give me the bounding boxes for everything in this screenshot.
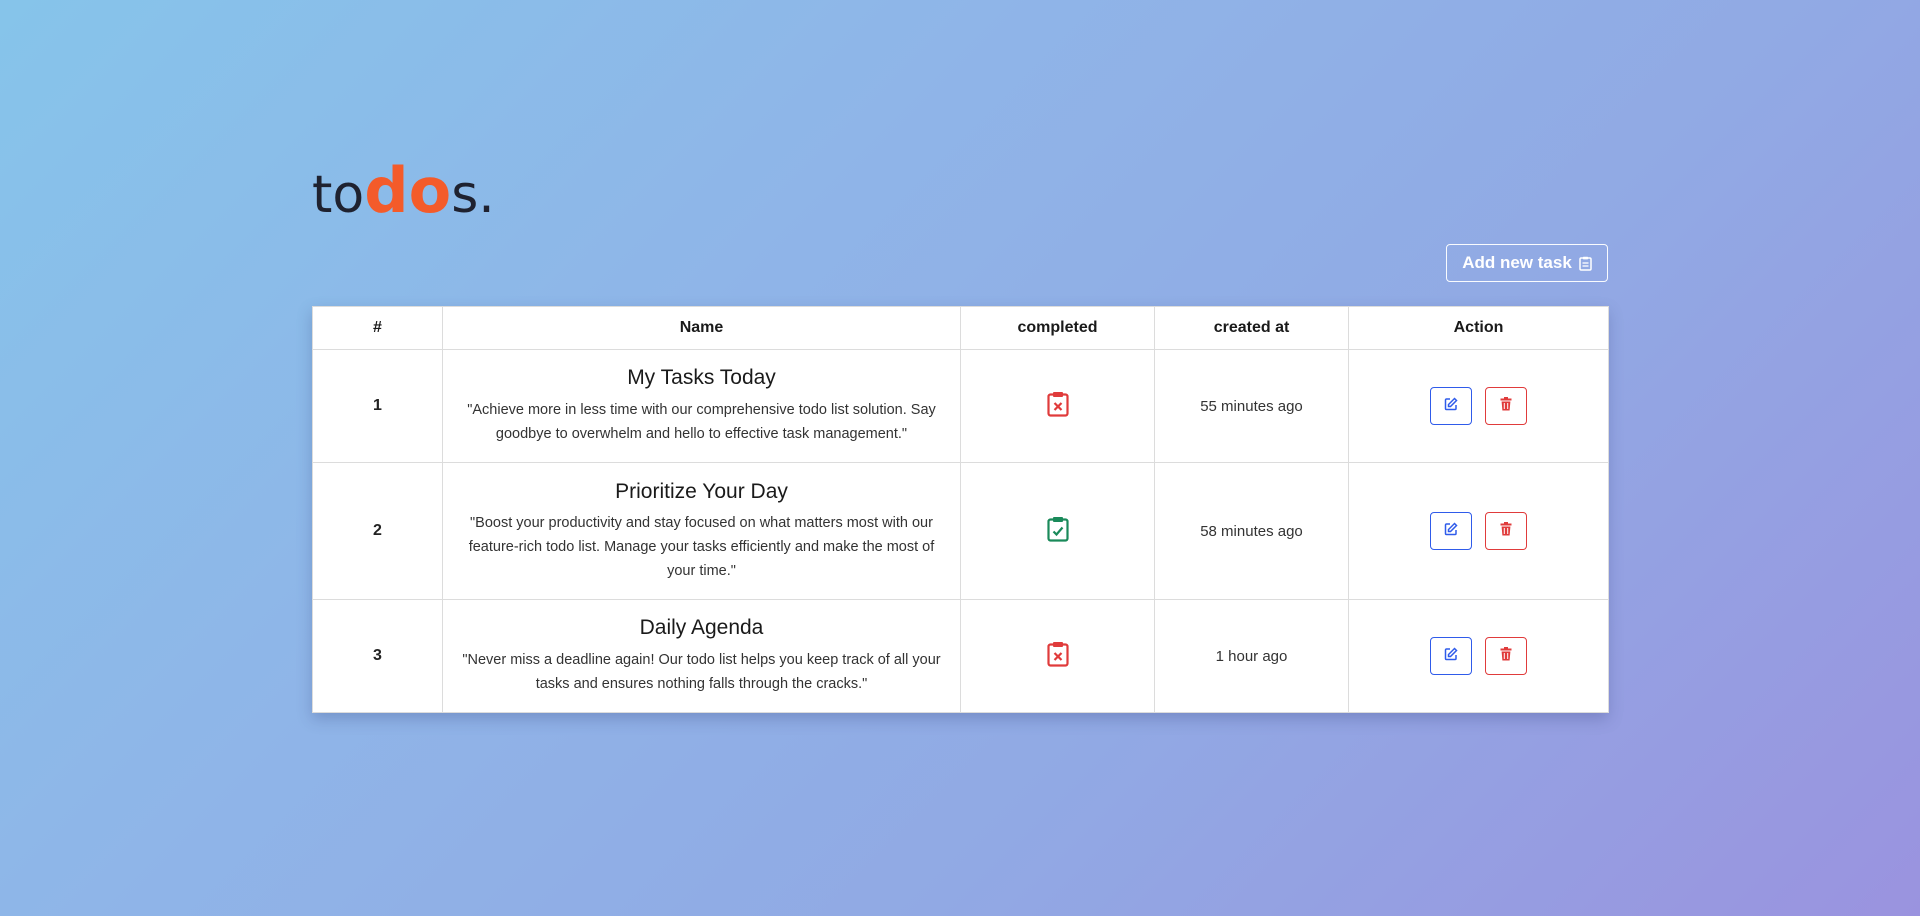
logo-part-do: do: [364, 154, 452, 227]
action-cell: [1348, 462, 1609, 600]
task-name-cell: Prioritize Your Day "Boost your producti…: [442, 462, 961, 600]
completed-cell: [960, 462, 1155, 600]
trash-icon: [1500, 396, 1512, 416]
header-number: #: [312, 306, 443, 350]
task-name-cell: Daily Agenda "Never miss a deadline agai…: [442, 599, 961, 713]
tasks-table: # Name completed created at Action 1 My …: [312, 306, 1609, 713]
completed-cell: [960, 599, 1155, 713]
add-new-task-label: Add new task: [1462, 253, 1572, 272]
task-title: Daily Agenda: [639, 616, 764, 640]
clipboard-icon: [1579, 256, 1592, 271]
logo-part-s: s.: [451, 165, 495, 225]
header-name: Name: [442, 306, 961, 350]
add-new-task-button[interactable]: Add new task: [1446, 244, 1608, 282]
edit-icon: [1444, 646, 1458, 666]
clipboard-check-icon[interactable]: [1046, 516, 1070, 547]
table-row: 2 Prioritize Your Day "Boost your produc…: [312, 462, 1609, 600]
task-number: 1: [312, 349, 443, 463]
task-description: "Achieve more in less time with our comp…: [467, 401, 936, 442]
completed-cell: [960, 349, 1155, 463]
edit-button[interactable]: [1430, 637, 1472, 675]
header-completed: completed: [960, 306, 1155, 350]
task-name-cell: My Tasks Today "Achieve more in less tim…: [442, 349, 961, 463]
task-title: My Tasks Today: [627, 366, 776, 390]
created-at: 58 minutes ago: [1154, 462, 1349, 600]
table-row: 3 Daily Agenda "Never miss a deadline ag…: [312, 599, 1609, 713]
delete-button[interactable]: [1485, 637, 1527, 675]
task-number: 3: [312, 599, 443, 713]
header-created-at: created at: [1154, 306, 1349, 350]
trash-icon: [1500, 521, 1512, 541]
header-action: Action: [1348, 306, 1609, 350]
action-cell: [1348, 599, 1609, 713]
tasks-table-container: # Name completed created at Action 1 My …: [312, 306, 1609, 713]
created-at: 55 minutes ago: [1154, 349, 1349, 463]
trash-icon: [1500, 646, 1512, 666]
logo-part-to: to: [312, 165, 365, 225]
task-number: 2: [312, 462, 443, 600]
task-description: "Never miss a deadline again! Our todo l…: [462, 651, 941, 692]
edit-button[interactable]: [1430, 512, 1472, 550]
task-description: "Boost your productivity and stay focuse…: [468, 514, 935, 579]
edit-button[interactable]: [1430, 387, 1472, 425]
table-header-row: # Name completed created at Action: [312, 306, 1609, 350]
delete-button[interactable]: [1485, 512, 1527, 550]
edit-icon: [1444, 396, 1458, 416]
app-logo: todos.: [312, 160, 495, 222]
clipboard-x-icon[interactable]: [1046, 641, 1070, 672]
action-cell: [1348, 349, 1609, 463]
created-at: 1 hour ago: [1154, 599, 1349, 713]
task-title: Prioritize Your Day: [615, 479, 788, 503]
edit-icon: [1444, 521, 1458, 541]
table-row: 1 My Tasks Today "Achieve more in less t…: [312, 349, 1609, 463]
clipboard-x-icon[interactable]: [1046, 391, 1070, 422]
delete-button[interactable]: [1485, 387, 1527, 425]
